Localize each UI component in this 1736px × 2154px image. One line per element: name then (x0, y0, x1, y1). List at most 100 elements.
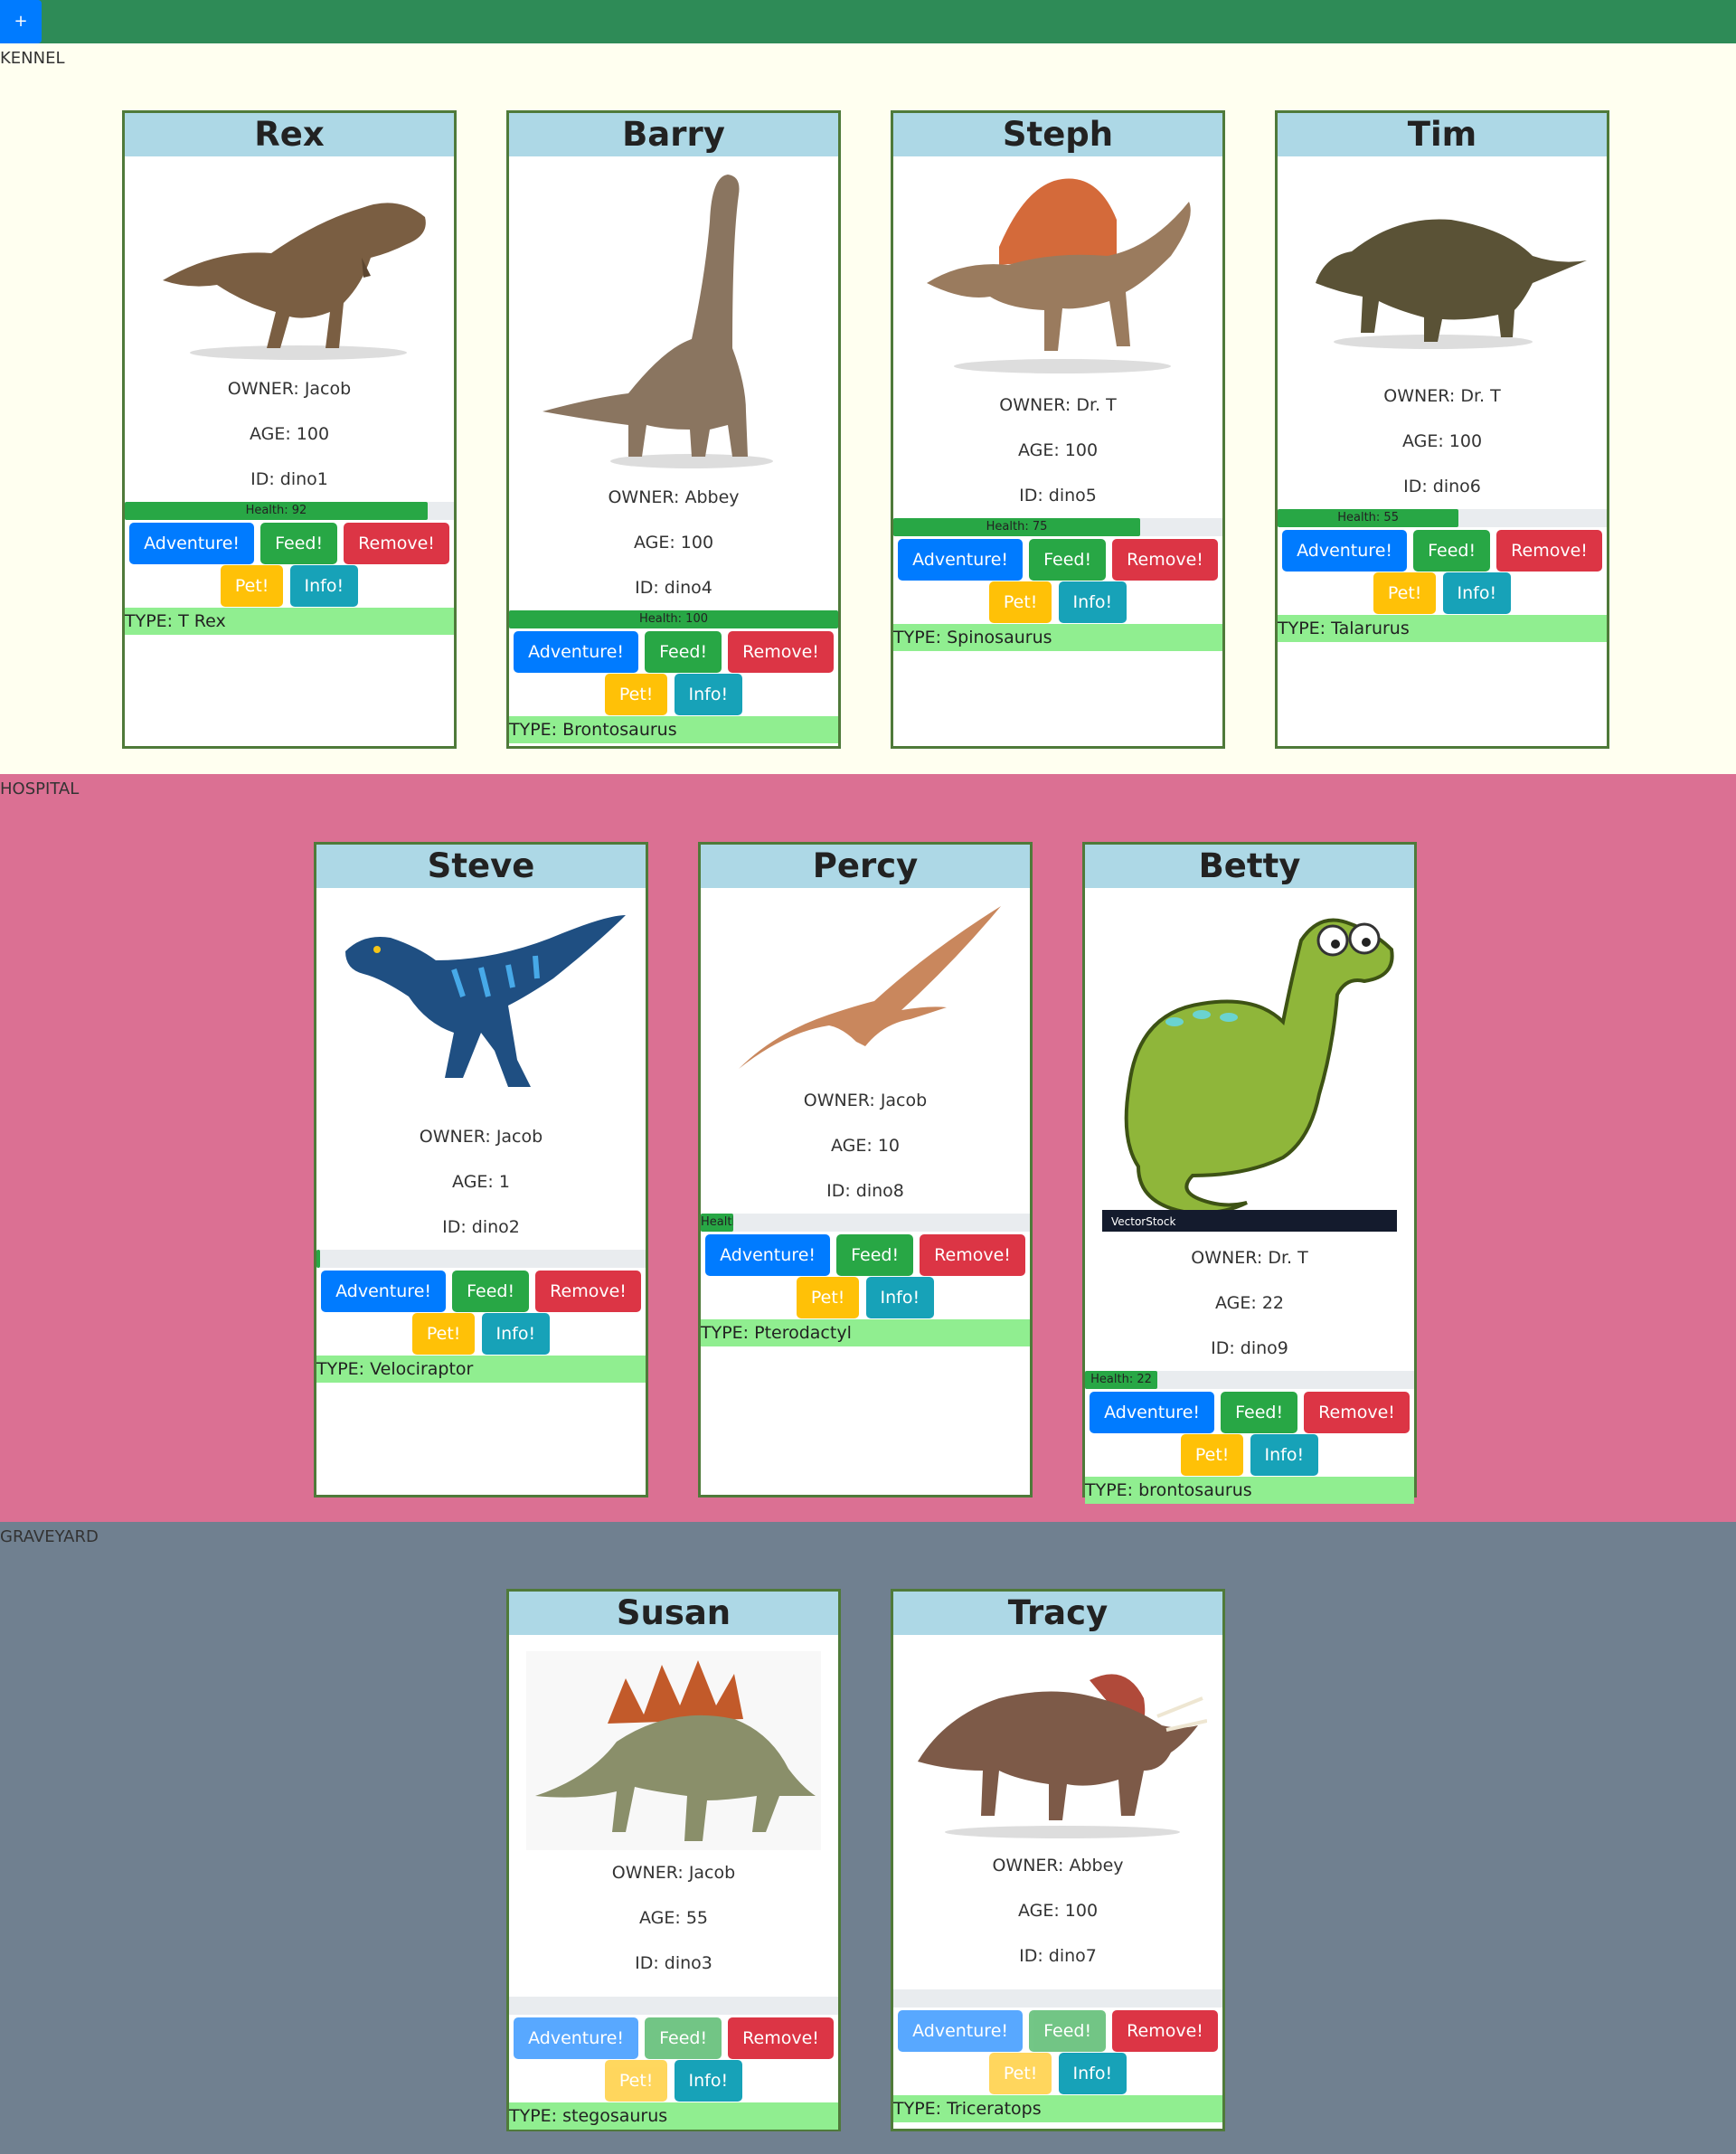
pet-button[interactable]: Pet! (988, 2053, 1052, 2094)
feed-button[interactable]: Feed! (645, 2017, 722, 2059)
remove-button[interactable]: Remove! (535, 1271, 641, 1312)
info-button[interactable]: Info! (1058, 581, 1127, 623)
talarurus-image (1297, 165, 1587, 373)
adventure-button[interactable]: Adventure! (898, 539, 1024, 581)
triceratops-image (909, 1644, 1207, 1843)
id-text: ID: dino7 (1019, 1946, 1097, 1966)
info-button[interactable]: Info! (289, 565, 359, 607)
age-text: AGE: 100 (633, 533, 714, 553)
info-button[interactable]: Info! (674, 2060, 743, 2102)
owner-text: OWNER: Jacob (803, 1091, 928, 1110)
health-bar: Health: 75 (893, 518, 1222, 536)
pet-button[interactable]: Pet! (796, 1277, 860, 1318)
health-fill: Health: 92 (125, 502, 428, 520)
type-label: TYPE: Talarurus (1278, 615, 1607, 642)
remove-button[interactable]: Remove! (728, 631, 834, 673)
dino-name: Susan (509, 1592, 838, 1635)
id-text: ID: dino3 (635, 1953, 712, 1973)
feed-button[interactable]: Feed! (645, 631, 722, 673)
spinosaurus-image (909, 165, 1207, 383)
pet-button[interactable]: Pet! (220, 565, 284, 607)
age-text: AGE: 100 (1017, 440, 1099, 460)
health-bar (893, 1989, 1222, 2008)
dino-card: Percy OWNER: Jacob AGE: 10 ID: dino8 Hea… (698, 842, 1033, 1497)
top-bar: + (0, 0, 1736, 43)
dino-name: Tracy (893, 1592, 1222, 1635)
remove-button[interactable]: Remove! (1112, 2010, 1218, 2052)
dino-card: Barry OWNER: Abbey AGE: 100 ID: dino4 He… (506, 110, 841, 749)
info-button[interactable]: Info! (865, 1277, 935, 1318)
info-button[interactable]: Info! (1442, 572, 1512, 614)
remove-button[interactable]: Remove! (1112, 539, 1218, 581)
dino-card: Betty VectorStock OWNER: Dr. T AGE: 22 I… (1082, 842, 1417, 1504)
adventure-button[interactable]: Adventure! (1282, 530, 1408, 572)
id-text: ID: dino9 (1211, 1338, 1288, 1358)
remove-button[interactable]: Remove! (1496, 530, 1602, 572)
info-button[interactable]: Info! (674, 674, 743, 715)
feed-button[interactable]: Feed! (1221, 1392, 1298, 1433)
info-button[interactable]: Info! (1058, 2053, 1127, 2094)
pet-button[interactable]: Pet! (604, 674, 668, 715)
info-button[interactable]: Info! (481, 1313, 551, 1355)
id-text: ID: dino1 (250, 469, 328, 489)
feed-button[interactable]: Feed! (836, 1234, 914, 1276)
adventure-button[interactable]: Adventure! (898, 2010, 1024, 2052)
age-text: AGE: 100 (1017, 1901, 1099, 1921)
type-label: TYPE: Triceratops (893, 2095, 1222, 2122)
type-label: TYPE: Spinosaurus (893, 624, 1222, 651)
owner-text: OWNER: Dr. T (999, 395, 1117, 415)
pet-button[interactable]: Pet! (411, 1313, 476, 1355)
pet-button[interactable]: Pet! (988, 581, 1052, 623)
t-rex-image (145, 167, 434, 366)
health-bar: Health: 22 (1085, 1371, 1414, 1389)
dino-card: Steph OWNER: Dr. T AGE: 100 ID: dino5 He… (891, 110, 1225, 749)
brontosaurus-image (538, 167, 809, 475)
feed-button[interactable]: Feed! (260, 523, 338, 564)
dino-name: Percy (701, 845, 1030, 888)
owner-text: OWNER: Jacob (419, 1127, 543, 1147)
pet-button[interactable]: Pet! (1373, 572, 1437, 614)
age-text: AGE: 100 (1401, 431, 1483, 451)
owner-text: OWNER: Dr. T (1191, 1248, 1308, 1268)
remove-button[interactable]: Remove! (920, 1234, 1025, 1276)
feed-button[interactable]: Feed! (1029, 539, 1107, 581)
age-text: AGE: 10 (830, 1136, 900, 1156)
dino-name: Betty (1085, 845, 1414, 888)
dino-card: Steve OWNER: Jacob AGE: 1 ID: dino2 Adve… (314, 842, 648, 1497)
type-label: TYPE: Brontosaurus (509, 716, 838, 743)
adventure-button[interactable]: Adventure! (514, 631, 639, 673)
feed-button[interactable]: Feed! (452, 1271, 530, 1312)
adventure-button[interactable]: Adventure! (514, 2017, 639, 2059)
section-label: HOSPITAL (0, 779, 80, 798)
remove-button[interactable]: Remove! (728, 2017, 834, 2059)
dino-name: Tim (1278, 113, 1607, 156)
remove-button[interactable]: Remove! (344, 523, 449, 564)
health-fill: Health (701, 1214, 734, 1232)
adventure-button[interactable]: Adventure! (1090, 1392, 1215, 1433)
type-label: TYPE: brontosaurus (1085, 1477, 1414, 1504)
type-label: TYPE: stegosaurus (509, 2102, 838, 2130)
info-button[interactable]: Info! (1250, 1434, 1319, 1476)
health-fill: Health: 75 (893, 518, 1140, 536)
add-dino-button[interactable]: + (0, 0, 42, 43)
graveyard-section: GRAVEYARD Susan OWNER: Jacob AGE: 55 ID:… (0, 1522, 1736, 2154)
adventure-button[interactable]: Adventure! (129, 523, 255, 564)
pterodactyl-image (721, 897, 1010, 1078)
pet-button[interactable]: Pet! (1180, 1434, 1244, 1476)
remove-button[interactable]: Remove! (1304, 1392, 1410, 1433)
adventure-button[interactable]: Adventure! (321, 1271, 447, 1312)
dino-card: Tracy OWNER: Abbey AGE: 100 ID: dino7 Ad… (891, 1589, 1225, 2131)
dino-card: Tim OWNER: Dr. T AGE: 100 ID: dino6 Heal… (1275, 110, 1609, 749)
pet-button[interactable]: Pet! (604, 2060, 668, 2102)
hospital-section: HOSPITAL Steve OWNER: Jacob AGE: 1 ID: d… (0, 774, 1736, 1522)
dino-card: Rex OWNER: Jacob AGE: 100 ID: dino1 Heal… (122, 110, 457, 749)
dino-name: Rex (125, 113, 454, 156)
section-label: KENNEL (0, 49, 65, 68)
feed-button[interactable]: Feed! (1029, 2010, 1107, 2052)
health-fill: Health: 100 (509, 610, 838, 628)
feed-button[interactable]: Feed! (1413, 530, 1491, 572)
id-text: ID: dino6 (1403, 477, 1481, 496)
age-text: AGE: 100 (249, 424, 330, 444)
owner-text: OWNER: Dr. T (1383, 386, 1501, 406)
adventure-button[interactable]: Adventure! (705, 1234, 831, 1276)
